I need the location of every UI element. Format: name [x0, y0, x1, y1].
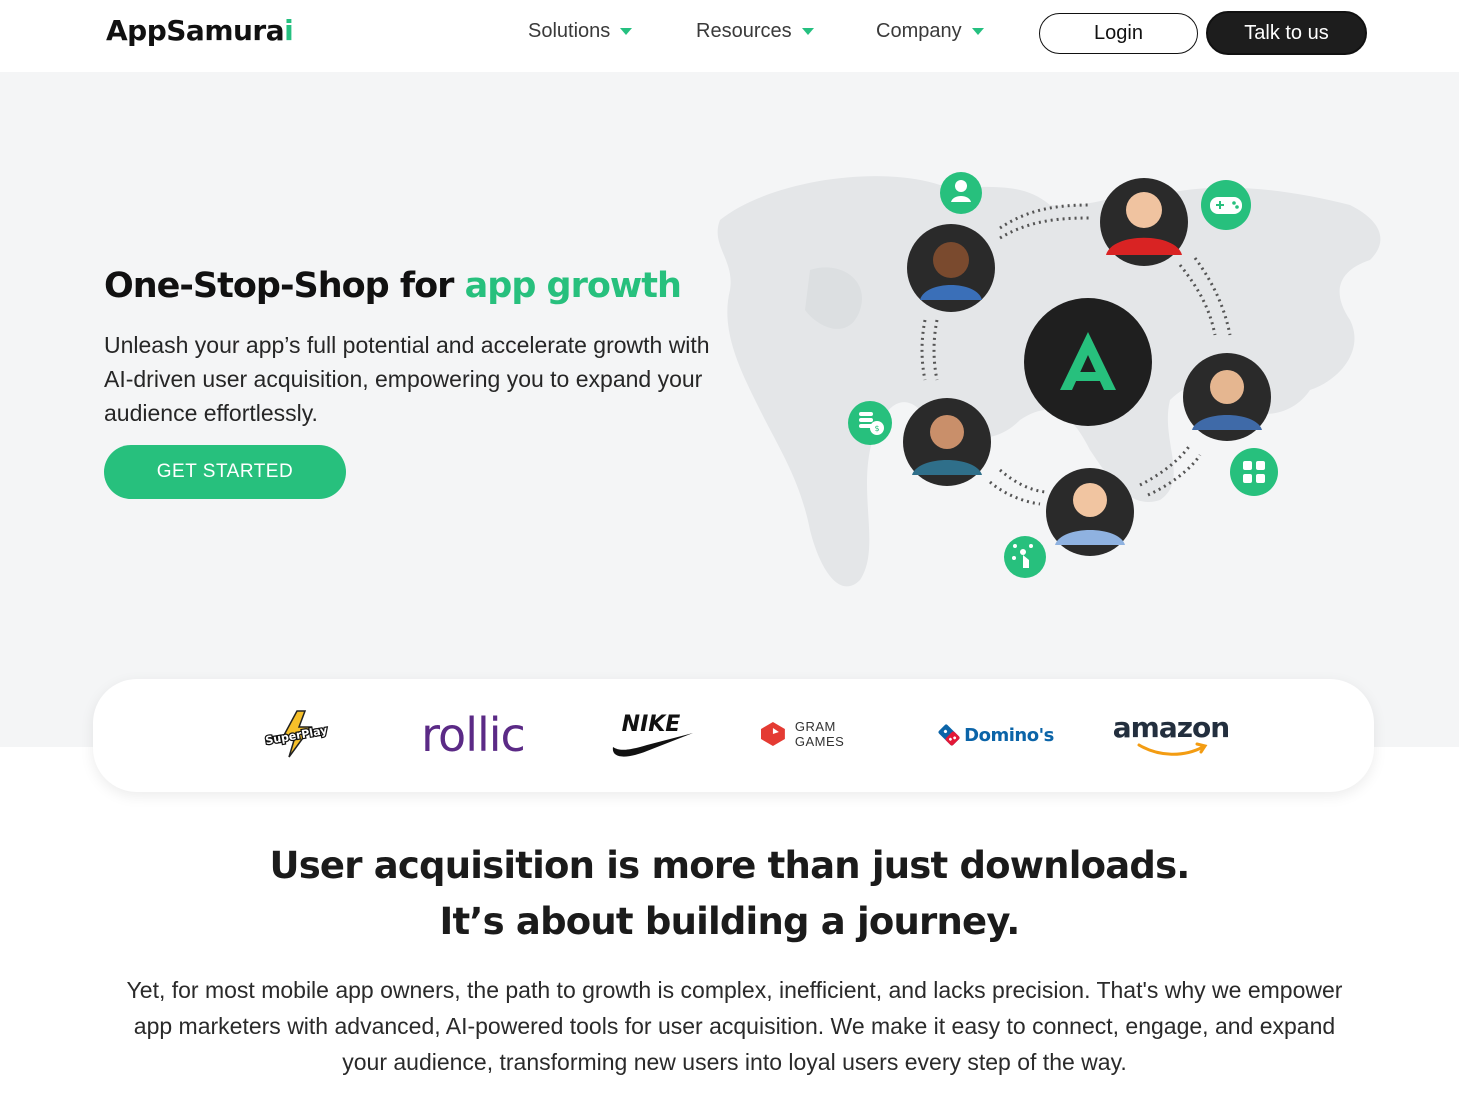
headline-line-1: User acquisition is more than just downl…: [269, 844, 1190, 887]
nav-solutions[interactable]: Solutions: [528, 20, 633, 43]
section-body-text: Yet, for most mobile app owners, the pat…: [126, 977, 1343, 1075]
hero-title: One-Stop-Shop for app growth: [104, 266, 682, 306]
amazon-logo: amazon: [1109, 709, 1233, 761]
logo-text: AppSamura: [106, 14, 285, 47]
coins-icon: $: [848, 401, 892, 445]
section-headline: User acquisition is more than just downl…: [0, 838, 1459, 950]
apps-grid-icon: [1230, 448, 1278, 496]
avatar-man-phone: [903, 398, 991, 486]
gamepad-icon: [1201, 180, 1251, 230]
network-tap-icon: [1004, 536, 1046, 578]
superplay-logo: SuperPlay: [261, 709, 333, 759]
amazon-smile-icon: amazon: [1113, 711, 1230, 756]
nav-company[interactable]: Company: [876, 20, 984, 43]
headline-line-2: It’s about building a journey.: [439, 900, 1020, 943]
rollic-logo: rollic: [421, 708, 526, 762]
avatar-woman-smiling: [907, 224, 995, 312]
gram-games-mark-icon: [760, 722, 785, 746]
nike-text: NIKE: [622, 712, 681, 737]
logo-text-accent: i: [284, 14, 294, 47]
chevron-down-icon: [620, 28, 633, 35]
hero-subtitle: Unleash your app’s full potential and ac…: [104, 332, 710, 426]
dominos-tile-icon: [938, 724, 960, 746]
superplay-bolt-icon: SuperPlay: [263, 710, 330, 758]
nike-logo: NIKE: [607, 707, 697, 763]
client-logos-strip: SuperPlay rollic NIKE GRAM GAMES Domino'…: [93, 679, 1374, 792]
talk-to-us-button[interactable]: Talk to us: [1206, 11, 1367, 55]
avatar-woman-phone: [1183, 353, 1271, 441]
nav-resources-label: Resources: [696, 20, 792, 42]
get-started-button[interactable]: GET STARTED: [104, 445, 346, 499]
nav-company-label: Company: [876, 20, 962, 42]
avatar-woman-blonde: [1046, 468, 1134, 556]
chevron-down-icon: [801, 28, 814, 35]
top-navbar: AppSamurai Solutions Resources Company L…: [0, 0, 1459, 72]
amazon-text: amazon: [1113, 711, 1229, 744]
nav-solutions-label: Solutions: [528, 20, 611, 42]
gram-games-text: GRAM GAMES: [794, 719, 845, 749]
nav-resources[interactable]: Resources: [696, 20, 814, 43]
hero-title-accent: app growth: [464, 266, 682, 306]
dominos-logo: Domino's: [935, 715, 1057, 755]
dominos-text: Domino's: [964, 724, 1054, 746]
gram-games-logo: GRAM GAMES: [759, 717, 889, 751]
hero-illustration: $: [717, 172, 1381, 587]
chevron-down-icon: [971, 28, 984, 35]
hero-title-plain: One-Stop-Shop for: [104, 266, 465, 306]
appsamurai-center-logo: [1024, 298, 1152, 426]
avatar-man-excited: [1100, 178, 1188, 266]
login-button[interactable]: Login: [1039, 13, 1198, 54]
svg-text:$: $: [874, 424, 879, 433]
appsamurai-logo[interactable]: AppSamurai: [106, 14, 294, 47]
user-icon: [940, 172, 982, 214]
nike-swoosh-icon: NIKE: [612, 712, 693, 757]
